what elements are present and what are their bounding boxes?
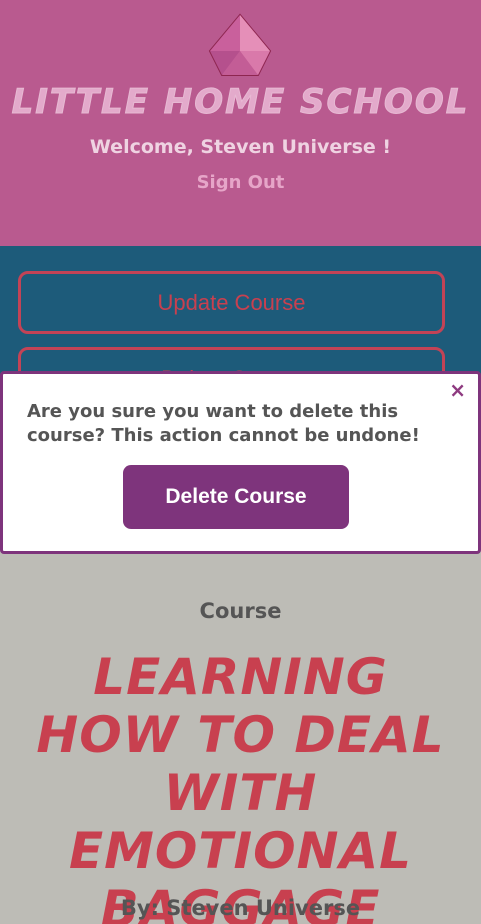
sign-out-link[interactable]: Sign Out	[0, 172, 481, 193]
close-icon[interactable]: ×	[449, 378, 466, 402]
site-header: Little Home School Welcome, Steven Unive…	[0, 0, 481, 246]
gem-logo-icon	[208, 13, 272, 76]
update-course-button[interactable]: Update Course	[18, 271, 445, 334]
site-logo-text: Little Home School	[11, 82, 470, 123]
course-author: By: Steven Universe	[120, 896, 361, 920]
course-actions: Update Course Delete Course	[0, 246, 481, 410]
course-title: Learning How to Deal With Emotional Bagg…	[36, 648, 445, 924]
welcome-message: Welcome, Steven Universe !	[89, 136, 392, 158]
delete-confirm-modal: × Are you sure you want to delete this c…	[0, 371, 481, 554]
confirm-delete-button[interactable]: Delete Course	[123, 465, 349, 529]
modal-message: Are you sure you want to delete this cou…	[27, 401, 420, 446]
course-label: Course	[199, 599, 282, 623]
